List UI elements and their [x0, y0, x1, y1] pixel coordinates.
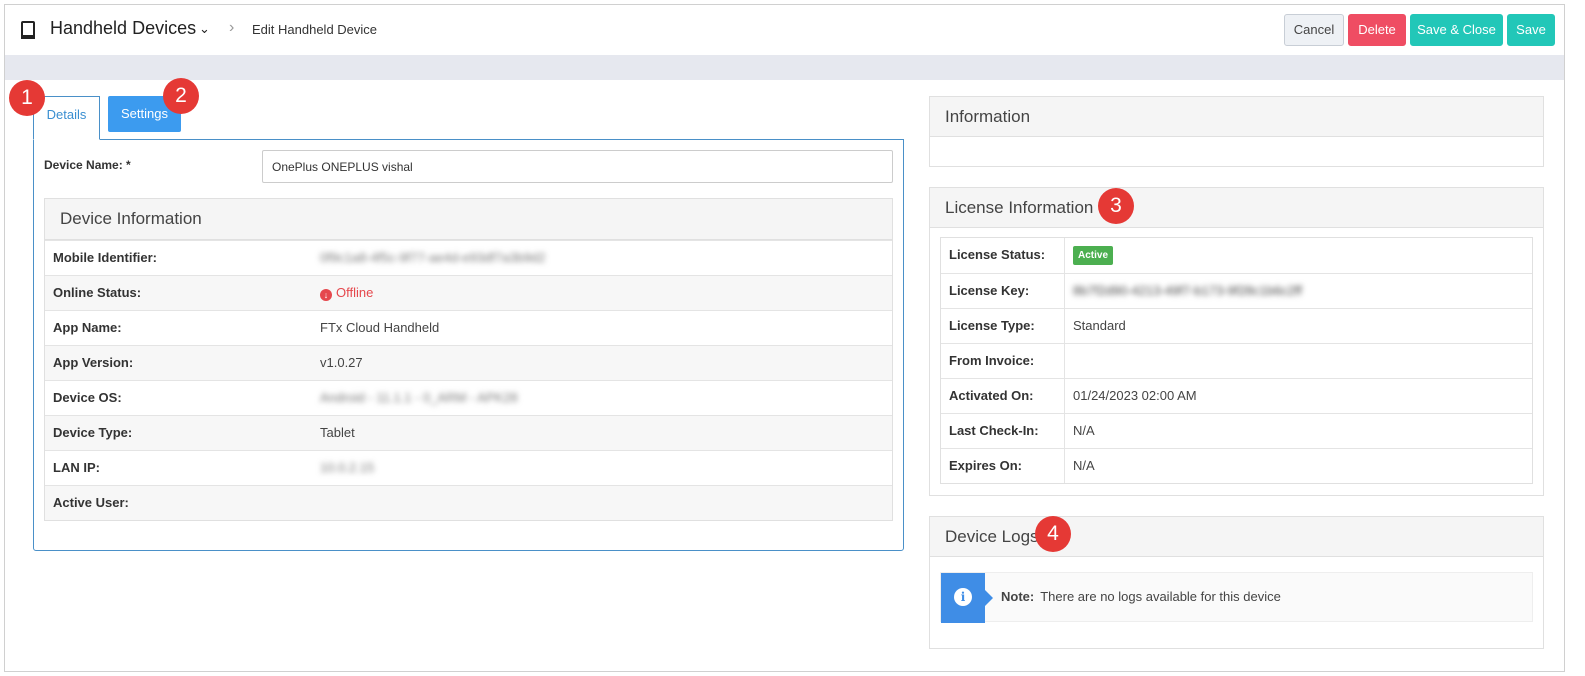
- table-row: Expires On: N/A: [941, 448, 1532, 483]
- license-information-panel: License Information License Status: Acti…: [929, 187, 1544, 496]
- activated-on-label: Activated On:: [949, 388, 1034, 403]
- license-status-value: Active: [1073, 238, 1114, 272]
- license-status-label: License Status:: [949, 247, 1046, 262]
- top-bar: Handheld Devices ⌄ › Edit Handheld Devic…: [5, 5, 1564, 55]
- mobile-identifier-label: Mobile Identifier:: [53, 250, 157, 265]
- license-key-value: 8b7f2d90-4213-49f7-b173-9f28c1b6c2ff: [1073, 283, 1302, 298]
- cancel-button[interactable]: Cancel: [1284, 14, 1344, 46]
- device-logs-panel: Device Logs i Note: There are no logs ava…: [929, 516, 1544, 649]
- table-row: License Key: 8b7f2d90-4213-49f7-b173-9f2…: [941, 273, 1532, 308]
- note-accent: i: [941, 573, 993, 623]
- offline-arrow-down-icon: ↓: [320, 289, 332, 301]
- device-type-label: Device Type:: [53, 425, 133, 440]
- delete-button[interactable]: Delete: [1348, 14, 1406, 46]
- device-information-panel: Device Information Mobile Identifier: 0f…: [44, 198, 893, 521]
- online-status-text: Offline: [336, 285, 374, 300]
- app-name-label: App Name:: [53, 320, 122, 335]
- information-title: Information: [930, 97, 1543, 137]
- device-logs-title: Device Logs: [930, 517, 1543, 557]
- device-os-value: Android - 11.1.1 - 0_ARM - APK28: [320, 390, 518, 405]
- license-information-title: License Information: [930, 188, 1543, 228]
- save-and-close-button[interactable]: Save & Close: [1410, 14, 1503, 46]
- save-button[interactable]: Save: [1507, 14, 1555, 46]
- app-version-value: v1.0.27: [320, 355, 363, 370]
- breadcrumb: Edit Handheld Device: [252, 22, 378, 37]
- mobile-identifier-value: 0f9c1a8-4f5c-9f77-ae4d-e93df7a3b9d2: [320, 250, 546, 265]
- expires-on-value: N/A: [1073, 458, 1095, 473]
- table-row: Mobile Identifier: 0f9c1a8-4f5c-9f77-ae4…: [45, 240, 892, 275]
- callout-badge-3: 3: [1098, 188, 1134, 224]
- table-row: Active User:: [45, 485, 892, 520]
- lan-ip-label: LAN IP:: [53, 460, 100, 475]
- activated-on-value: 01/24/2023 02:00 AM: [1073, 388, 1197, 403]
- information-panel: Information: [929, 96, 1544, 167]
- table-row: From Invoice:: [941, 343, 1532, 378]
- note-text: Note: There are no logs available for thi…: [1001, 589, 1281, 604]
- page-title[interactable]: Handheld Devices: [50, 18, 196, 39]
- note-label: Note:: [1001, 589, 1035, 604]
- chevron-down-icon[interactable]: ⌄: [199, 21, 210, 37]
- app-name-value: FTx Cloud Handheld: [320, 320, 440, 335]
- license-table: License Status: Active License Key: 8b7f…: [940, 237, 1533, 484]
- table-row: Device OS: Android - 11.1.1 - 0_ARM - AP…: [45, 380, 892, 415]
- license-type-label: License Type:: [949, 318, 1035, 333]
- expires-on-label: Expires On:: [949, 458, 1022, 473]
- handheld-device-icon: [21, 21, 35, 39]
- table-row: License Type: Standard: [941, 308, 1532, 343]
- table-row: App Version: v1.0.27: [45, 345, 892, 380]
- device-name-input[interactable]: [262, 150, 893, 183]
- app-version-label: App Version:: [53, 355, 134, 370]
- breadcrumb-separator-icon: ›: [229, 19, 235, 36]
- last-check-in-value: N/A: [1073, 423, 1095, 438]
- license-type-value: Standard: [1073, 318, 1126, 333]
- device-information-title: Device Information: [45, 199, 892, 240]
- table-row: Online Status: ↓ Offline: [45, 275, 892, 310]
- table-row: Device Type: Tablet: [45, 415, 892, 450]
- status-badge: Active: [1073, 246, 1114, 266]
- lan-ip-value: 10.0.2.15: [320, 460, 375, 475]
- no-logs-note: i Note: There are no logs available for t…: [940, 572, 1533, 623]
- note-message: There are no logs available for this dev…: [1040, 589, 1281, 604]
- active-user-label: Active User:: [53, 495, 129, 510]
- from-invoice-label: From Invoice:: [949, 353, 1035, 368]
- device-type-value: Tablet: [320, 425, 355, 440]
- table-row: LAN IP: 10.0.2.15: [45, 450, 892, 485]
- last-check-in-label: Last Check-In:: [949, 423, 1039, 438]
- header-divider-band: [5, 55, 1564, 80]
- online-status-label: Online Status:: [53, 285, 142, 300]
- callout-badge-1: 1: [9, 80, 45, 116]
- online-status-value: ↓ Offline: [320, 276, 373, 310]
- device-name-label: Device Name: *: [44, 158, 131, 172]
- license-key-label: License Key:: [949, 283, 1030, 298]
- info-icon: i: [954, 588, 972, 606]
- table-row: License Status: Active: [941, 238, 1532, 273]
- table-row: Last Check-In: N/A: [941, 413, 1532, 448]
- callout-badge-2: 2: [163, 78, 199, 114]
- callout-badge-4: 4: [1035, 516, 1071, 552]
- table-row: Activated On: 01/24/2023 02:00 AM: [941, 378, 1532, 413]
- device-os-label: Device OS:: [53, 390, 122, 405]
- table-row: App Name: FTx Cloud Handheld: [45, 310, 892, 345]
